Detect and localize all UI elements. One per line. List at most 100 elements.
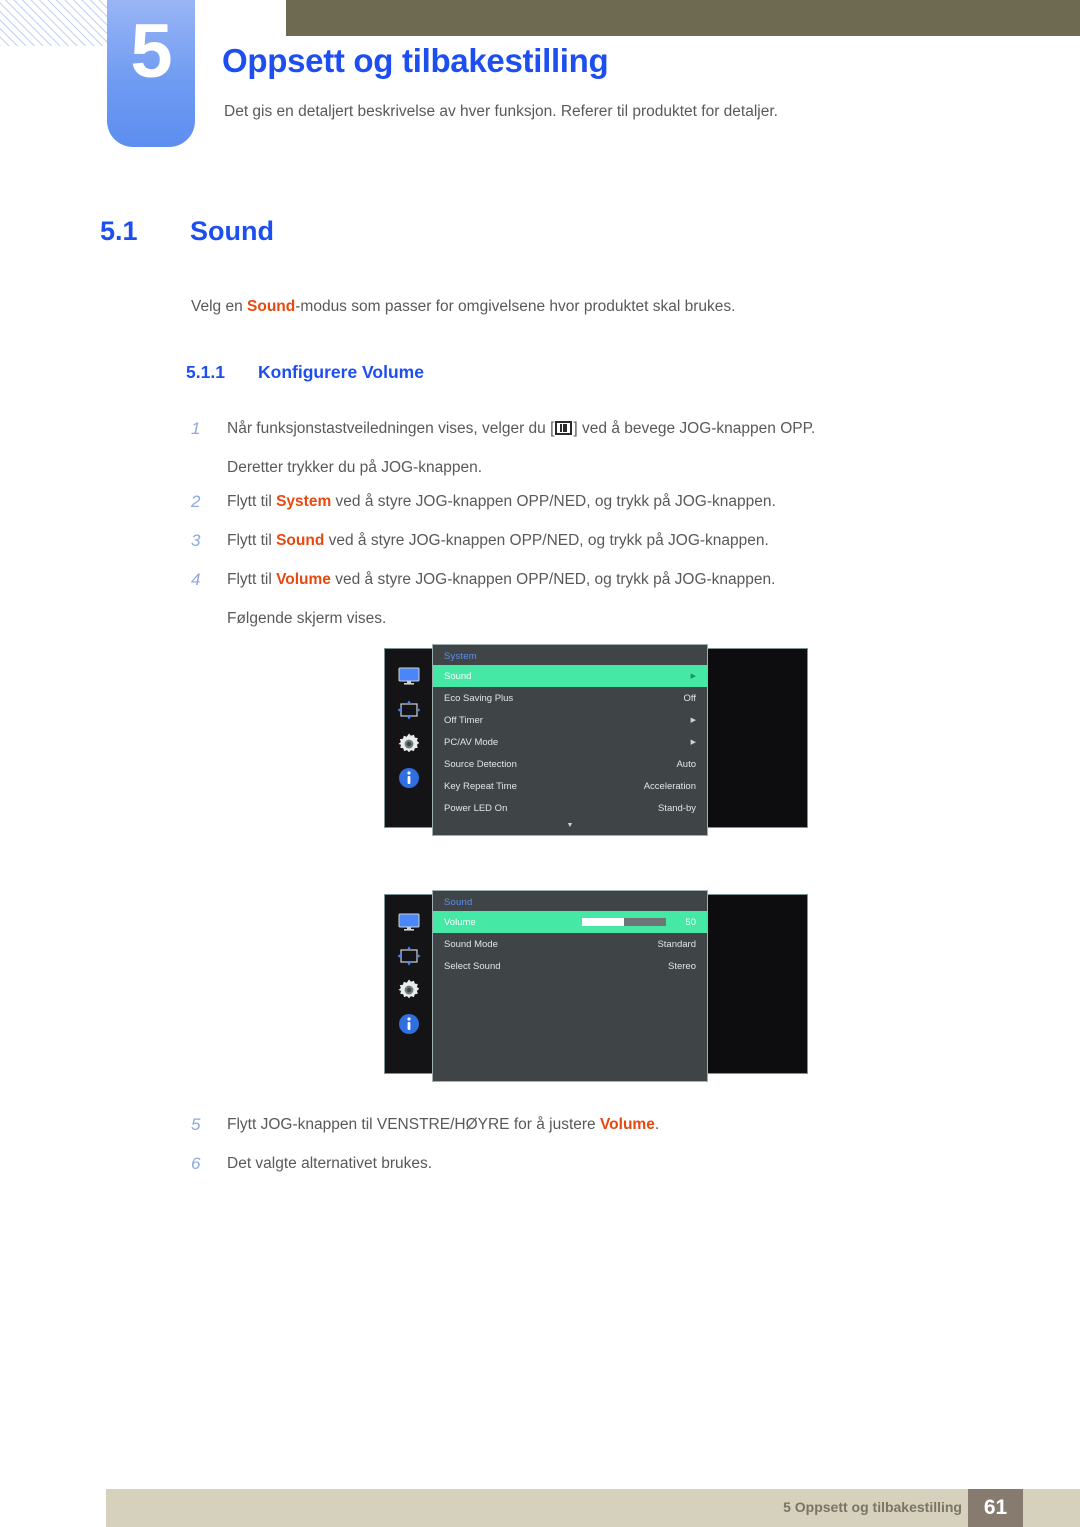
step-text-post: ved å styre JOG-knappen OPP/NED, og tryk… [330,571,776,588]
step-item: 4 Flytt til Volume ved å styre JOG-knapp… [191,563,951,597]
osd-menu-title: System [444,651,477,662]
step-text-pre: Flytt til [227,532,277,549]
osd-item-value: Off [683,692,697,704]
chapter-number-badge: 5 [107,0,195,147]
step-continuation: Deretter trykker du på JOG-knappen. [227,459,483,476]
osd-item-label: Sound Mode [444,938,498,950]
step-text-pre: Når funksjonstastveiledningen vises, vel… [227,420,555,437]
scroll-down-icon[interactable]: ▼ [433,819,707,829]
step-item: 3 Flytt til Sound ved å styre JOG-knappe… [191,524,951,558]
osd-item-value: Standard [657,938,696,950]
osd-item-label: Off Timer [444,714,483,726]
step-text-post: . [654,1116,660,1133]
osd-item-label: Sound [444,670,472,682]
osd-menu-item-source-detection[interactable]: Source Detection Auto [433,753,707,775]
step-text-post: ved å styre JOG-knappen OPP/NED, og tryk… [331,493,776,510]
step-text-post: ] ved å bevege JOG-knappen OPP. [573,420,816,437]
volume-value: 50 [685,916,696,928]
osd-item-value: Stand-by [657,802,696,814]
menu-grid-icon [555,421,573,435]
step-text: Flytt til Sound ved å styre JOG-knappen … [227,524,951,558]
osd-item-label: Select Sound [444,960,501,972]
osd-menu-panel: System Sound ▶ Eco Saving Plus Off Off T… [432,644,708,836]
osd-item-value: Stereo [668,960,696,972]
step-text: Det valgte alternativet brukes. [227,1155,433,1172]
osd-screenshot-sound: Sound Volume 50 Sound Mode Standard Sele… [384,890,808,1082]
step-text-pre: Flytt JOG-knappen til VENSTRE/HØYRE for … [227,1116,600,1133]
volume-slider[interactable] [582,918,666,926]
osd-item-value: Acceleration [643,780,696,792]
step-number: 6 [191,1154,201,1173]
step-number: 4 [191,570,201,589]
step-text: Når funksjonstastveiledningen vises, vel… [227,412,951,446]
chevron-right-icon: ▶ [690,716,696,724]
osd-menu-item-select-sound[interactable]: Select Sound Stereo [433,955,707,977]
step-text-post: ved å styre JOG-knappen OPP/NED, og tryk… [324,532,769,549]
step-number: 5 [191,1115,201,1134]
monitor-icon[interactable] [396,663,422,689]
intro-suffix: -modus som passer for omgivelsene hvor p… [295,298,736,315]
step-highlight-term: Volume [599,1116,655,1133]
osd-menu-item-sound[interactable]: Sound ▶ [433,665,707,687]
volume-slider-fill [582,918,624,926]
info-icon[interactable] [396,1011,422,1037]
osd-menu-panel: Sound Volume 50 Sound Mode Standard Sele… [432,890,708,1082]
step-number: 3 [191,531,201,550]
osd-menu-item-off-timer[interactable]: Off Timer ▶ [433,709,707,731]
osd-screenshot-system: System Sound ▶ Eco Saving Plus Off Off T… [384,644,808,836]
step-highlight-term: Volume [276,571,331,588]
step-number: 1 [191,419,201,438]
move-arrows-icon[interactable] [396,697,422,723]
step-item: 5 Flytt JOG-knappen til VENSTRE/HØYRE fo… [191,1108,951,1142]
osd-item-label: Eco Saving Plus [444,692,514,704]
header-olive-bar [286,0,1080,36]
chevron-right-icon: ▶ [690,672,696,680]
steps-list-bottom: 5 Flytt JOG-knappen til VENSTRE/HØYRE fo… [191,1108,951,1186]
subsection-heading: 5.1.1 Konfigurere Volume [186,362,424,383]
info-icon[interactable] [396,765,422,791]
chapter-title: Oppsett og tilbakestilling [222,42,609,79]
chevron-right-icon: ▶ [690,738,696,746]
page-number: 61 [968,1489,1023,1527]
step-item: 1 Når funksjonstastveiledningen vises, v… [191,412,951,446]
section-title: Sound [190,216,274,246]
section-number: 5.1 [100,216,138,246]
gear-icon[interactable] [396,731,422,757]
osd-icon-rail [385,649,432,827]
step-highlight-term: Sound [276,532,325,549]
osd-item-value: Auto [676,758,696,770]
step-item: 2 Flytt til System ved å styre JOG-knapp… [191,485,951,519]
step-text: Flytt til System ved å styre JOG-knappen… [227,485,951,519]
steps-list-top: 1 Når funksjonstastveiledningen vises, v… [191,412,951,636]
step-number: 2 [191,492,201,511]
subsection-number: 5.1.1 [186,362,225,382]
step-text-pre: Flytt til [227,571,277,588]
osd-menu-item-sound-mode[interactable]: Sound Mode Standard [433,933,707,955]
osd-menu-item-power-led-on[interactable]: Power LED On Stand-by [433,797,707,819]
osd-menu-title: Sound [444,897,473,908]
osd-menu-item-pc-av-mode[interactable]: PC/AV Mode ▶ [433,731,707,753]
osd-item-label: Key Repeat Time [444,780,517,792]
move-arrows-icon[interactable] [396,943,422,969]
osd-menu-item-eco-saving-plus[interactable]: Eco Saving Plus Off [433,687,707,709]
osd-icon-rail [385,895,432,1073]
osd-item-label: PC/AV Mode [444,736,499,748]
page-header: 5 Oppsett og tilbakestilling Det gis en … [0,0,1080,160]
osd-item-label: Source Detection [444,758,517,770]
footer-chapter-label: 5 Oppsett og tilbakestilling [783,1499,962,1515]
osd-item-label: Volume [444,916,476,928]
step-item: 6 Det valgte alternativet brukes. [191,1147,951,1181]
section-heading: 5.1 Sound [100,216,274,247]
osd-item-label: Power LED On [444,802,508,814]
intro-prefix: Velg en [191,298,248,315]
gear-icon[interactable] [396,977,422,1003]
osd-menu-item-volume[interactable]: Volume 50 [433,911,707,933]
monitor-icon[interactable] [396,909,422,935]
step-text-pre: Flytt til [227,493,277,510]
step-text: Flytt JOG-knappen til VENSTRE/HØYRE for … [227,1108,951,1142]
decorative-hatch-pattern [0,0,107,46]
subsection-title: Konfigurere Volume [258,362,424,382]
osd-menu-item-key-repeat-time[interactable]: Key Repeat Time Acceleration [433,775,707,797]
chapter-subtitle: Det gis en detaljert beskrivelse av hver… [224,103,778,120]
step-highlight-term: System [276,493,332,510]
